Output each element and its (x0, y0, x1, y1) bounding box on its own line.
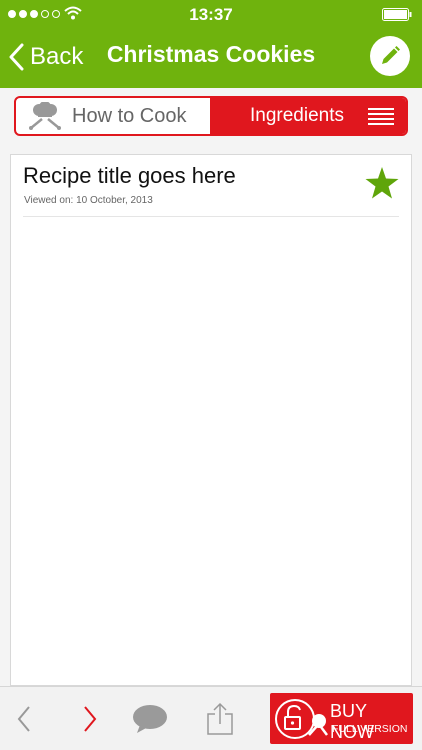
star-icon[interactable] (365, 167, 399, 199)
nav-bar: Back Christmas Cookies (0, 28, 422, 88)
chef-hat-icon (29, 102, 61, 130)
battery-icon (382, 8, 412, 21)
back-button[interactable]: Back (8, 39, 83, 75)
chevron-left-icon (17, 706, 30, 732)
prev-button[interactable] (6, 701, 42, 737)
recipe-viewed-date: Viewed on: 10 October, 2013 (24, 195, 153, 206)
edit-button[interactable] (370, 36, 410, 76)
segment-control: How to Cook Ingredients (14, 96, 408, 136)
recipe-title: Recipe title goes here (23, 163, 236, 188)
recipe-list: Recipe title goes here Viewed on: 10 Oct… (10, 154, 412, 686)
chevron-left-icon (9, 43, 24, 71)
buy-now-button[interactable]: BUY NOW FULL VERSION (270, 693, 413, 744)
tab-ingredients[interactable]: Ingredients (210, 98, 406, 134)
tab-how-to-cook[interactable]: How to Cook (16, 98, 210, 134)
comment-button[interactable] (132, 701, 168, 737)
chevron-right-icon (84, 706, 97, 732)
status-time: 13:37 (189, 5, 233, 24)
hamburger-icon (368, 108, 394, 125)
share-button[interactable] (202, 701, 238, 737)
bottom-toolbar: BUY NOW FULL VERSION (0, 686, 422, 750)
back-label: Back (30, 43, 84, 70)
tab-how-to-cook-label: How to Cook (72, 104, 187, 127)
list-item[interactable]: Recipe title goes here Viewed on: 10 Oct… (23, 155, 399, 217)
buy-now-label: BUY NOW (330, 701, 374, 742)
status-bar: 13:37 (0, 0, 422, 28)
full-version-label: FULL VERSION (332, 723, 408, 735)
speech-bubble-icon (133, 705, 167, 733)
app-header: 13:37 Back Christmas Cookies (0, 0, 422, 88)
unlock-icon (275, 699, 328, 739)
tab-ingredients-label: Ingredients (250, 105, 345, 126)
pencil-icon (382, 46, 400, 64)
next-button[interactable] (72, 701, 108, 737)
share-icon (207, 702, 233, 735)
